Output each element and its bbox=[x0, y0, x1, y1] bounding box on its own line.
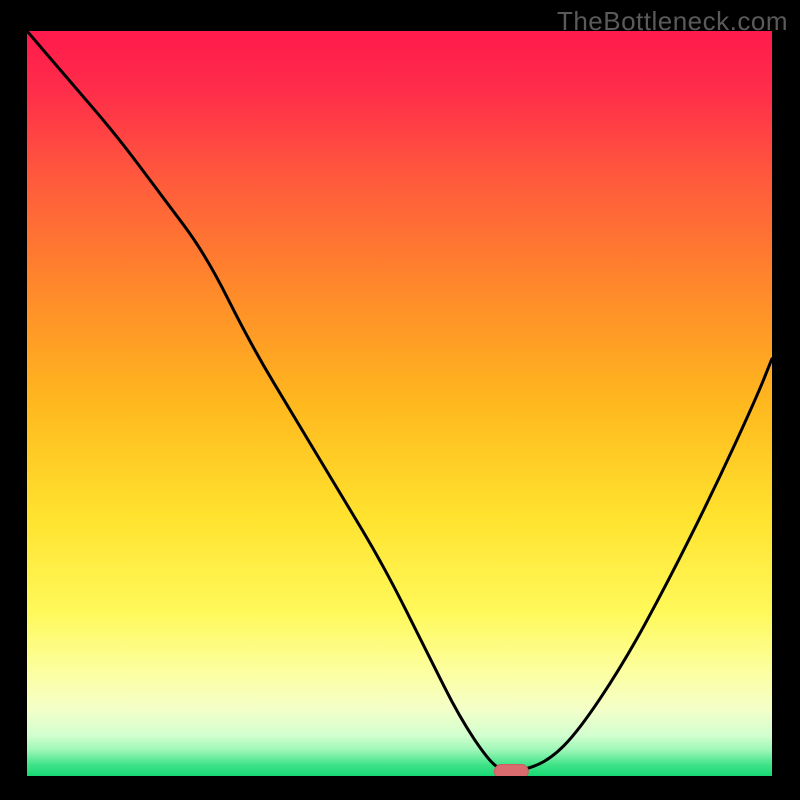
chart-frame: TheBottleneck.com bbox=[0, 0, 800, 800]
gradient-background bbox=[27, 31, 772, 776]
plot-area bbox=[27, 31, 772, 776]
chart-svg bbox=[27, 31, 772, 776]
optimal-marker bbox=[494, 765, 528, 777]
